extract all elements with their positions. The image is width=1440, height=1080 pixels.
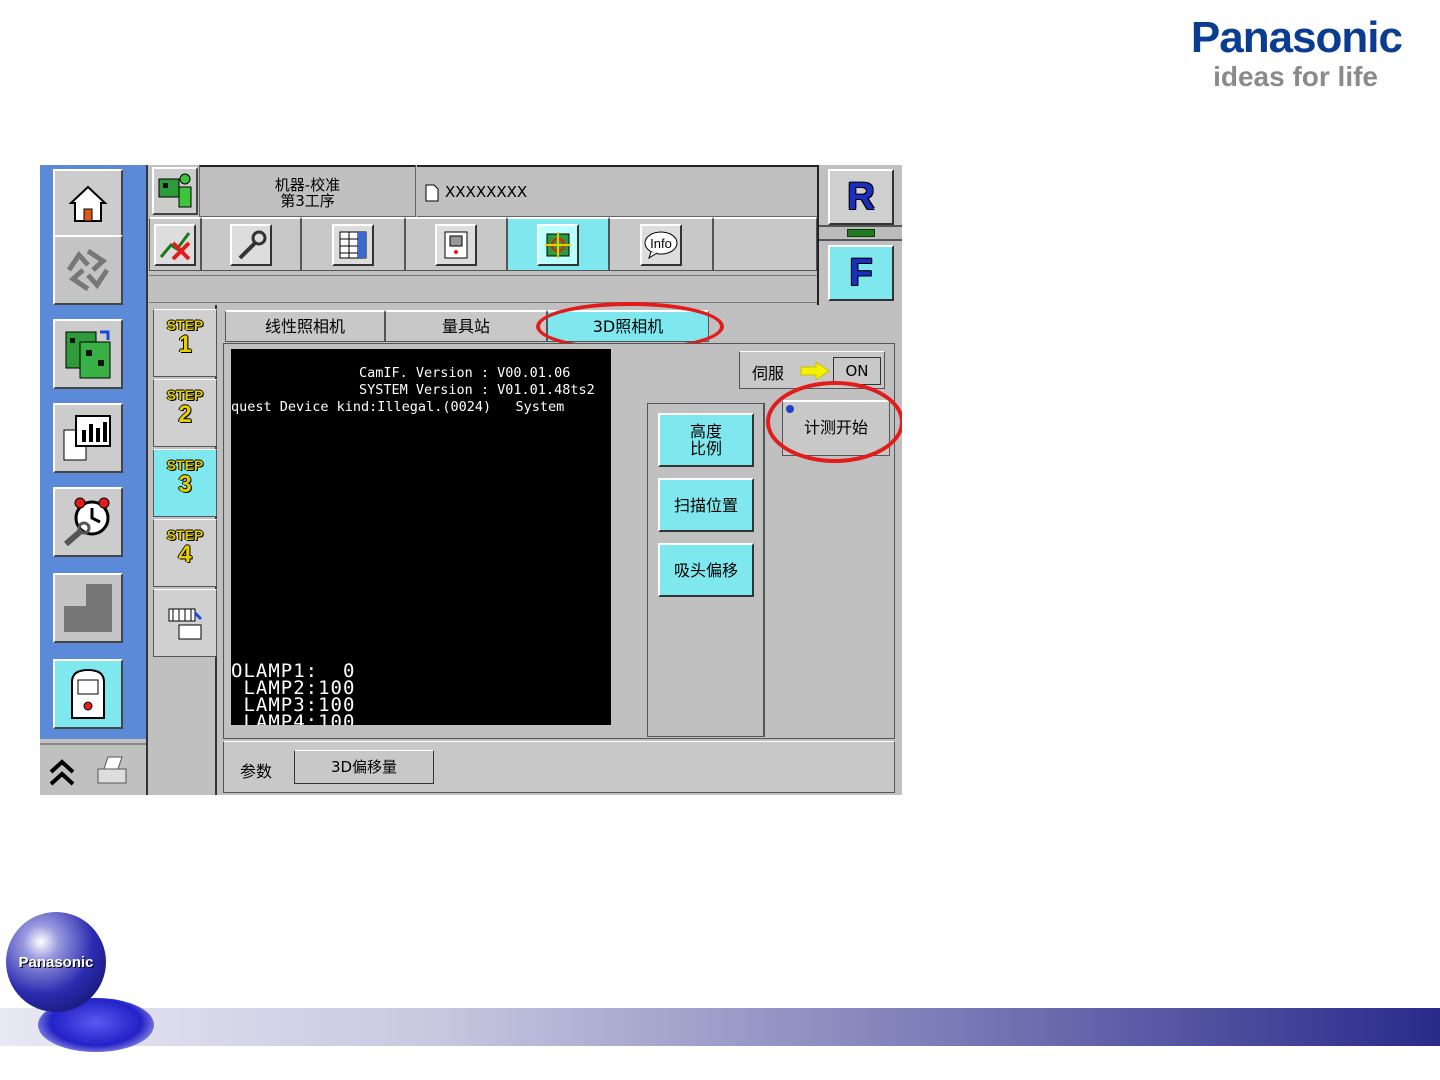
operator-icon <box>158 173 192 208</box>
status-led <box>847 229 875 237</box>
alarm-clock-wrench-icon <box>64 497 110 547</box>
calibration-target-icon <box>537 223 579 266</box>
step-2-button[interactable]: STEP 2 <box>153 379 217 447</box>
layout-button[interactable] <box>53 573 123 643</box>
info-button[interactable]: Info <box>609 217 713 271</box>
footer-gradient-bar <box>0 1008 1440 1046</box>
double-chevron-up-icon <box>49 759 75 786</box>
toolbar-empty-slot <box>713 217 817 271</box>
divider <box>146 165 148 795</box>
file-name: XXXXXXXX <box>445 183 528 201</box>
scroll-up-button[interactable] <box>42 749 82 793</box>
highlight-circle <box>766 381 902 463</box>
step-3-button[interactable]: STEP 3 <box>153 449 217 517</box>
height-ratio-button[interactable]: 高度 比例 <box>658 413 754 467</box>
camera-unit-icon <box>435 223 477 266</box>
r-button[interactable]: R <box>828 169 894 225</box>
error-reset-button[interactable] <box>149 217 201 271</box>
screen-title: 机器-校准 第3工序 <box>199 165 416 217</box>
step-4-button[interactable]: STEP 4 <box>153 519 217 587</box>
console-line: SYSTEM Version : V01.01.48ts2 <box>359 382 595 398</box>
camera-unit-button[interactable] <box>405 217 507 271</box>
parameter-bar: 参数 3D偏移量 <box>223 741 895 793</box>
error-chart-icon <box>154 223 196 266</box>
home-button[interactable] <box>53 169 123 239</box>
panasonic-sphere-logo: Panasonic <box>6 912 106 1012</box>
servo-label: 伺服 <box>752 364 785 383</box>
tab-line-camera[interactable]: 线性照相机 <box>225 310 385 342</box>
machine-icon <box>71 668 105 719</box>
step-number: 1 <box>178 331 192 358</box>
machine-button[interactable] <box>53 659 123 729</box>
nozzle-offset-button[interactable]: 吸头偏移 <box>658 543 754 597</box>
pcb-button[interactable] <box>53 319 123 389</box>
cycle-button[interactable] <box>53 235 123 305</box>
blocks-icon <box>64 584 112 632</box>
tab-gauge-station[interactable]: 量具站 <box>385 310 547 342</box>
info-icon: Info <box>640 223 682 266</box>
param-label: 参数 <box>240 762 273 781</box>
tab-pane: CamIF. Version : V00.01.06 SYSTEM Versio… <box>223 343 902 739</box>
svg-text:Info: Info <box>650 236 672 251</box>
f-button[interactable]: F <box>828 245 894 301</box>
scan-position-button[interactable]: 扫描位置 <box>658 478 754 532</box>
bottom-left-bar <box>40 743 148 795</box>
screen-title-line1: 机器-校准 <box>274 176 341 194</box>
toolbar: Info <box>149 217 817 273</box>
step-number: 4 <box>178 541 192 568</box>
lamp-readout: LAMP4:100 <box>231 711 356 726</box>
operator-button[interactable] <box>152 167 198 215</box>
step-number: 2 <box>178 401 192 428</box>
printer-icon <box>97 756 127 784</box>
production-file[interactable]: XXXXXXXX <box>417 165 821 217</box>
camera-console: CamIF. Version : V00.01.06 SYSTEM Versio… <box>231 349 611 725</box>
rf-panel: R F <box>817 165 902 305</box>
header: 机器-校准 第3工序 XXXXXXXX <box>149 165 821 217</box>
machine-ui-window: 机器-校准 第3工序 XXXXXXXX Info R F STEP 1 STEP… <box>40 165 902 795</box>
slide: { "brand": {"name": "Panasonic", "taglin… <box>0 0 1440 1080</box>
console-line: CamIF. Version : V00.01.06 <box>359 365 571 381</box>
calibration-button[interactable] <box>507 217 609 271</box>
transfer-unit-button[interactable] <box>153 589 217 657</box>
transfer-unit-icon <box>168 608 203 640</box>
document-icon <box>425 184 439 201</box>
maintenance-button[interactable] <box>53 487 123 557</box>
message-strip <box>149 275 819 303</box>
bar-chart-report-icon <box>63 415 111 461</box>
calibration-actions: 高度 比例 扫描位置 吸头偏移 <box>647 403 765 737</box>
left-nav <box>40 165 148 739</box>
production-data-button[interactable] <box>53 403 123 473</box>
console-line: quest Device kind:Illegal.(0024) System <box>231 399 565 415</box>
panasonic-logo: Panasonic ideas for life <box>1190 13 1403 92</box>
home-icon <box>68 185 108 222</box>
step-number: 3 <box>178 471 192 498</box>
screen-title-line2: 第3工序 <box>280 192 335 210</box>
grid-table-icon <box>332 223 374 266</box>
sphere-logo-text: Panasonic <box>18 954 94 971</box>
content-area: 线性照相机 量具站 3D照相机 CamIF. Version : V00.01.… <box>219 302 902 795</box>
height-ratio-line1: 高度 <box>689 422 722 441</box>
data-table-button[interactable] <box>301 217 405 271</box>
cycle-icon <box>66 248 110 292</box>
print-button[interactable] <box>92 749 132 793</box>
step-1-button[interactable]: STEP 1 <box>153 309 217 377</box>
step-column: STEP 1 STEP 2 STEP 3 STEP 4 <box>149 305 217 795</box>
tool-button[interactable] <box>201 217 301 271</box>
status-indicator <box>819 225 902 241</box>
brand-name: Panasonic <box>1190 13 1403 62</box>
wrench-icon <box>230 223 272 266</box>
param-value-button[interactable]: 3D偏移量 <box>294 750 434 784</box>
brand-tagline: ideas for life <box>1213 61 1378 92</box>
arrow-right-icon <box>800 362 830 380</box>
circuit-board-icon <box>65 330 111 379</box>
height-ratio-line2: 比例 <box>689 439 722 458</box>
